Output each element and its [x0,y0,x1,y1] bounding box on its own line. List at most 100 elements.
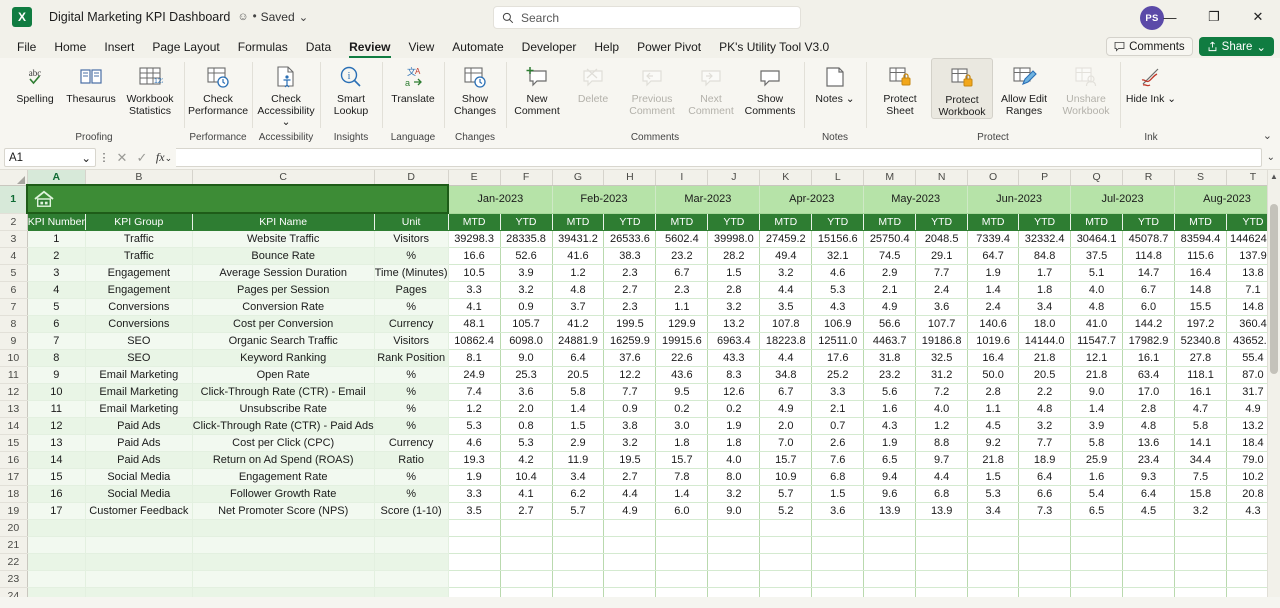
cell-value[interactable]: 4463.7 [863,332,917,350]
cell-name[interactable]: Keyword Ranking [192,349,375,367]
empty-cell[interactable] [27,587,86,597]
column-header-O[interactable]: O [967,170,1020,186]
cell-value[interactable]: 19915.6 [655,332,709,350]
cell-value[interactable]: 29.1 [915,247,969,265]
empty-cell[interactable] [374,553,449,571]
empty-cell[interactable] [85,587,193,597]
cell-value[interactable]: 0.2 [655,400,709,418]
ribbon-tab-help[interactable]: Help [585,38,628,58]
grid-row-22[interactable]: 22 [0,553,1280,571]
empty-cell[interactable] [500,519,553,537]
cell-value[interactable]: 5.7 [759,485,813,503]
empty-cell[interactable] [1122,570,1175,588]
cell-value[interactable]: 4.8 [1122,417,1175,435]
cell-value[interactable]: 14.8 [1174,281,1227,299]
table-row[interactable]: 19 17 Customer Feedback Net Promoter Score … [0,502,1280,520]
cell-value[interactable]: 0.2 [707,400,761,418]
cell-value[interactable]: 2048.5 [915,230,969,248]
column-header-H[interactable]: H [603,170,657,186]
formula-expand-chevron-down-icon[interactable]: ⌄ [1267,152,1275,163]
cell-num[interactable]: 7 [27,332,86,350]
cell-value[interactable]: 39298.3 [448,230,501,248]
empty-cell[interactable] [1122,587,1175,597]
cell-value[interactable]: 4.6 [448,434,501,452]
cell-value[interactable]: 3.6 [811,502,865,520]
cell-value[interactable]: 105.7 [500,315,553,333]
empty-cell[interactable] [85,519,193,537]
cell-value[interactable]: 26533.6 [603,230,657,248]
cell-name[interactable]: Click-Through Rate (CTR) - Paid Ads [192,417,375,435]
cancel-icon[interactable]: ✕ [112,150,132,166]
cell-value[interactable]: 25750.4 [863,230,917,248]
cell-value[interactable]: 1.4 [655,485,709,503]
empty-cell[interactable] [811,536,865,554]
cell-name[interactable]: Net Promoter Score (NPS) [192,502,375,520]
minimize-button[interactable]: — [1148,0,1192,34]
empty-cell[interactable] [1018,536,1072,554]
row-header-13[interactable]: 13 [0,400,28,418]
cell-value[interactable]: 9.3 [1122,468,1175,486]
cell-value[interactable]: 1.6 [863,400,917,418]
empty-cell[interactable] [552,519,605,537]
empty-cell[interactable] [85,570,193,588]
empty-cell[interactable] [374,519,449,537]
column-header-F[interactable]: F [500,170,553,186]
cell-value[interactable]: 6.8 [811,468,865,486]
cell-value[interactable]: 8.8 [915,434,969,452]
ribbon-tab-formulas[interactable]: Formulas [229,38,297,58]
cell-value[interactable]: 31.2 [915,366,969,384]
cell-value[interactable]: 3.2 [707,485,761,503]
cell-value[interactable]: 7.5 [1174,468,1227,486]
cell-unit[interactable]: Visitors [374,230,449,248]
ribbon-button-workbook-statistics[interactable]: 123 Workbook Statistics [119,58,181,117]
cell-value[interactable]: 8.3 [707,366,761,384]
row-header-2[interactable]: 2 [0,213,28,231]
column-header-G[interactable]: G [552,170,605,186]
row-header-11[interactable]: 11 [0,366,28,384]
cell-value[interactable]: 3.8 [603,417,657,435]
cell-num[interactable]: 13 [27,434,86,452]
cell-value[interactable]: 31.8 [863,349,917,367]
cell-value[interactable]: 4.0 [1070,281,1124,299]
empty-cell[interactable] [915,587,969,597]
empty-cell[interactable] [552,536,605,554]
cell-value[interactable]: 1.7 [1018,264,1072,282]
cell-value[interactable]: 83594.4 [1174,230,1227,248]
cell-num[interactable]: 5 [27,298,86,316]
ribbon-button-smart-lookup[interactable]: i Smart Lookup [323,58,379,117]
ribbon-button-translate[interactable]: 文 Aa Translate [385,58,441,106]
column-header-J[interactable]: J [707,170,761,186]
column-header-S[interactable]: S [1174,170,1227,186]
row-header-16[interactable]: 16 [0,451,28,469]
empty-cell[interactable] [448,519,501,537]
cell-value[interactable]: 17.6 [811,349,865,367]
cell-value[interactable]: 16.1 [1122,349,1175,367]
column-header-E[interactable]: E [448,170,501,186]
cell-value[interactable]: 9.5 [655,383,709,401]
cell-value[interactable]: 3.5 [759,298,813,316]
table-row[interactable]: 3 1 Traffic Website Traffic Visitors 39298.3 2… [0,230,1280,248]
empty-cell[interactable] [967,587,1020,597]
row-header-21[interactable]: 21 [0,536,28,554]
cell-value[interactable]: 6.8 [915,485,969,503]
cell-value[interactable]: 43.6 [655,366,709,384]
empty-cell[interactable] [759,536,813,554]
column-header-M[interactable]: M [863,170,917,186]
cell-value[interactable]: 1.8 [655,434,709,452]
cell-value[interactable]: 15.7 [655,451,709,469]
cell-value[interactable]: 115.6 [1174,247,1227,265]
cell-unit[interactable]: % [374,400,449,418]
cell-unit[interactable]: Currency [374,315,449,333]
cell-value[interactable]: 6.4 [552,349,605,367]
cell-name[interactable]: Pages per Session [192,281,375,299]
table-row[interactable]: 5 3 Engagement Average Session Duration Time… [0,264,1280,282]
cell-value[interactable]: 25.3 [500,366,553,384]
empty-cell[interactable] [192,553,375,571]
search-input[interactable]: Search [493,6,801,29]
cell-value[interactable]: 19.5 [603,451,657,469]
ribbon-button-new-comment[interactable]: New Comment [509,58,565,117]
cell-group[interactable]: Paid Ads [85,417,193,435]
column-header-B[interactable]: B [85,170,193,186]
empty-cell[interactable] [811,519,865,537]
cell-value[interactable]: 2.7 [500,502,553,520]
